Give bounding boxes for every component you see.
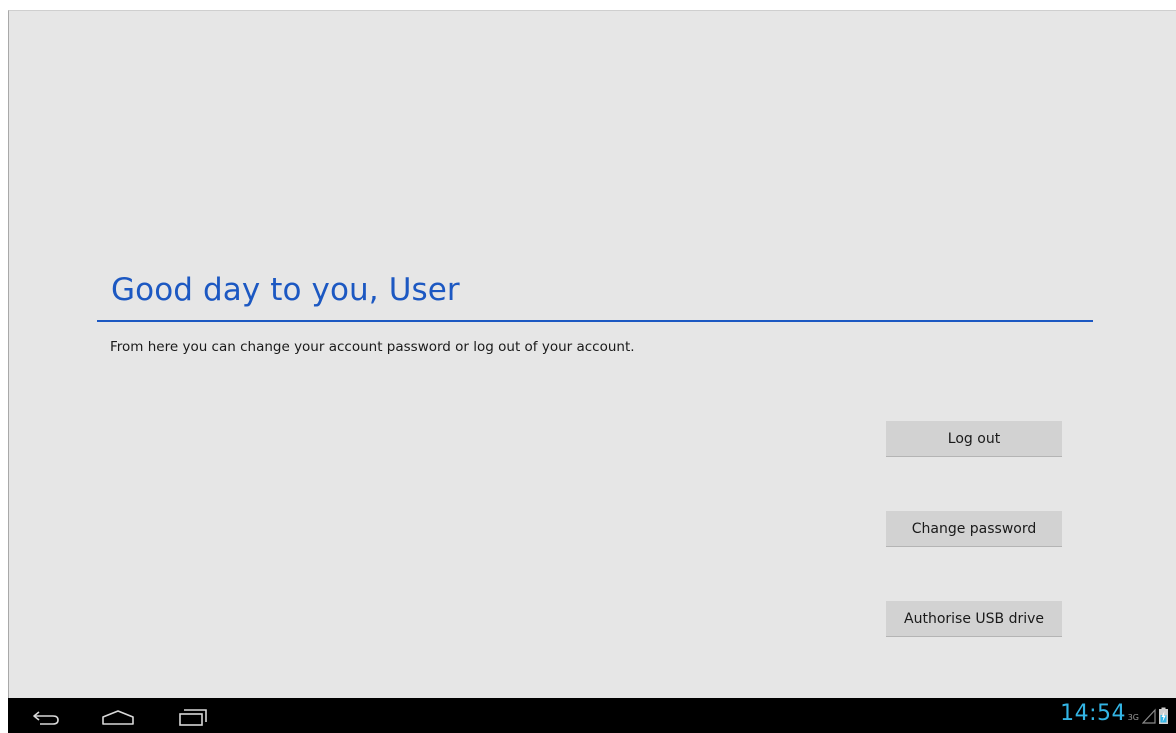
log-out-button[interactable]: Log out bbox=[886, 421, 1062, 457]
signal-icon bbox=[1141, 708, 1156, 728]
back-icon[interactable] bbox=[26, 706, 66, 728]
page-title: Good day to you, User bbox=[111, 272, 460, 308]
status-icons: 3G bbox=[1128, 707, 1168, 728]
authorise-usb-drive-button[interactable]: Authorise USB drive bbox=[886, 601, 1062, 637]
home-icon[interactable] bbox=[98, 706, 138, 728]
status-clock: 14:54 bbox=[1060, 701, 1126, 726]
recent-apps-icon[interactable] bbox=[173, 706, 213, 728]
network-type-label: 3G bbox=[1127, 713, 1139, 722]
battery-charging-icon bbox=[1159, 707, 1168, 728]
title-divider bbox=[97, 320, 1093, 322]
change-password-button[interactable]: Change password bbox=[886, 511, 1062, 547]
system-navigation-bar: 14:54 3G bbox=[8, 698, 1176, 733]
account-screen: Good day to you, User From here you can … bbox=[8, 10, 1176, 698]
page-description: From here you can change your account pa… bbox=[110, 339, 635, 355]
